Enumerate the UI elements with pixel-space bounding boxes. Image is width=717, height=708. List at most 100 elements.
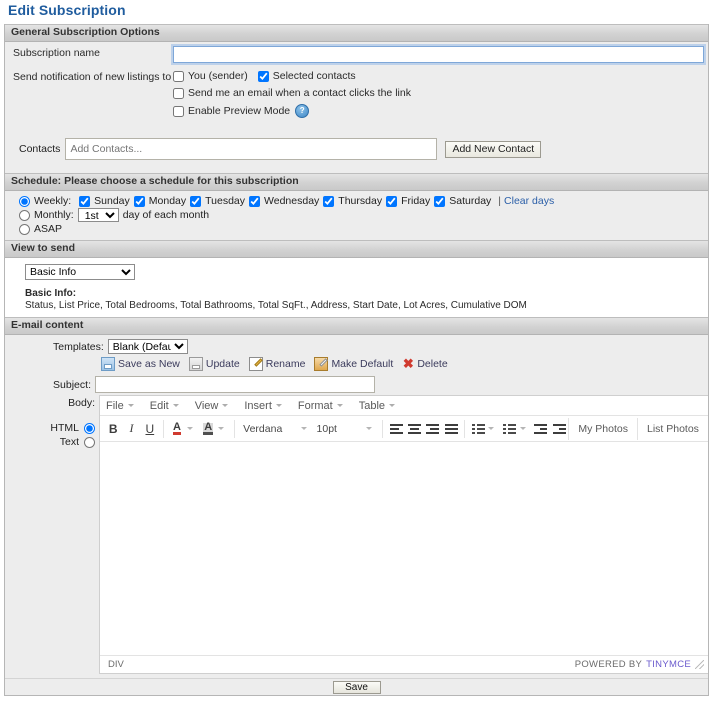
- help-icon[interactable]: ?: [295, 104, 310, 118]
- label-monday: Monday: [148, 195, 187, 207]
- label-text: Text: [59, 436, 79, 448]
- radio-asap[interactable]: [19, 223, 30, 235]
- text-color-button[interactable]: A: [168, 418, 186, 440]
- numbered-list-button[interactable]: [500, 418, 518, 440]
- subject-input[interactable]: [95, 376, 375, 393]
- checkbox-tuesday[interactable]: [190, 195, 202, 207]
- body-label-column: Body: HTML Text: [5, 395, 99, 448]
- red-x-icon: ✖: [402, 356, 414, 371]
- menu-view[interactable]: View: [195, 400, 229, 412]
- add-new-contact-button[interactable]: Add New Contact: [445, 140, 542, 158]
- clear-days-link[interactable]: Clear days: [504, 195, 554, 207]
- menu-table-label: Table: [358, 399, 386, 412]
- chevron-down-icon[interactable]: [519, 427, 526, 430]
- menu-format[interactable]: Format: [298, 400, 343, 412]
- align-left-button[interactable]: [387, 418, 405, 440]
- view-to-send-select[interactable]: Basic Info: [25, 264, 135, 280]
- chevron-down-icon: [336, 404, 343, 407]
- template-actions: Save as New Update Rename Make Default ✖…: [5, 354, 708, 374]
- increase-indent-button[interactable]: [550, 418, 568, 440]
- align-justify-button[interactable]: [442, 418, 460, 440]
- align-right-button[interactable]: [424, 418, 442, 440]
- body-row: Body: HTML Text File Edit View Insert Fo…: [5, 395, 708, 674]
- edit-subscription-page: Edit Subscription General Subscription O…: [0, 0, 717, 708]
- font-size-select[interactable]: 10pt: [313, 423, 379, 435]
- schedule-weekly-row: Weekly: Sunday Monday Tuesday Wednesday …: [19, 195, 708, 207]
- section-header-email-content: E-mail content: [5, 317, 708, 335]
- menu-insert[interactable]: Insert: [244, 400, 282, 412]
- days-separator: |: [498, 195, 502, 207]
- view-to-send-section: Basic Info Basic Info: Status, List Pric…: [5, 258, 708, 317]
- basic-info-fields: Status, List Price, Total Bedrooms, Tota…: [25, 300, 527, 311]
- templates-label: Templates:: [53, 340, 104, 353]
- radio-html[interactable]: [84, 422, 95, 434]
- status-element-path[interactable]: DIV: [108, 659, 124, 670]
- radio-weekly[interactable]: [19, 195, 30, 207]
- checkbox-email-on-click[interactable]: [173, 87, 184, 99]
- chevron-down-icon[interactable]: [187, 427, 194, 430]
- notify-click-row: Send me an email when a contact clicks t…: [173, 87, 411, 99]
- chevron-down-icon[interactable]: [488, 427, 495, 430]
- save-as-new-button[interactable]: Save as New: [101, 357, 180, 371]
- editor-statusbar: DIV POWERED BY TINYMCE: [100, 655, 708, 673]
- bold-button[interactable]: B: [104, 418, 122, 440]
- label-thursday: Thursday: [338, 195, 383, 207]
- align-right-icon: [426, 423, 440, 434]
- decrease-indent-button[interactable]: [532, 418, 550, 440]
- checkbox-thursday[interactable]: [323, 195, 335, 207]
- editor-content-area[interactable]: [100, 442, 708, 655]
- background-color-button[interactable]: A: [199, 418, 217, 440]
- chevron-down-icon: [275, 404, 282, 407]
- checkbox-selected-contacts[interactable]: [257, 70, 269, 82]
- label-you-sender: You (sender): [188, 70, 248, 82]
- my-photos-button[interactable]: My Photos: [568, 417, 637, 440]
- contacts-row: Contacts Add New Contact: [5, 124, 708, 173]
- page-title: Edit Subscription: [8, 2, 126, 18]
- preview-mode-row: Enable Preview Mode ?: [173, 104, 411, 118]
- save-button[interactable]: Save: [332, 680, 381, 694]
- page-pencil-icon: [248, 357, 263, 371]
- checkbox-friday[interactable]: [386, 195, 398, 207]
- tinymce-editor: File Edit View Insert Format Table B I U…: [99, 395, 708, 674]
- label-html: HTML: [50, 422, 79, 434]
- section-header-general: General Subscription Options: [5, 24, 708, 42]
- checkbox-saturday[interactable]: [434, 195, 446, 207]
- align-center-button[interactable]: [405, 418, 423, 440]
- label-monthly-suffix: day of each month: [122, 209, 210, 221]
- menu-insert-label: Insert: [244, 399, 272, 412]
- subscription-name-input[interactable]: [171, 44, 706, 65]
- menu-table[interactable]: Table: [358, 399, 396, 412]
- rename-button[interactable]: Rename: [248, 357, 305, 371]
- chevron-down-icon[interactable]: [218, 427, 225, 430]
- radio-monthly[interactable]: [19, 209, 30, 221]
- subscription-name-row: Subscription name: [5, 42, 708, 65]
- menu-file[interactable]: File: [106, 400, 134, 412]
- underline-button[interactable]: U: [141, 418, 159, 440]
- font-family-select[interactable]: Verdana: [239, 423, 312, 435]
- checkbox-preview-mode[interactable]: [173, 105, 184, 117]
- delete-button[interactable]: ✖ Delete: [402, 356, 448, 371]
- radio-text[interactable]: [84, 436, 95, 448]
- menu-edit[interactable]: Edit: [150, 400, 179, 412]
- notification-options: You (sender) Selected contacts Send me a…: [173, 70, 411, 118]
- update-button[interactable]: Update: [188, 357, 240, 371]
- checkbox-wednesday[interactable]: [249, 195, 261, 207]
- chevron-down-icon: [389, 404, 396, 407]
- checkbox-you-sender[interactable]: [173, 70, 184, 82]
- checkbox-monday[interactable]: [133, 195, 145, 207]
- notification-row: Send notification of new listings to You…: [5, 63, 708, 124]
- day-tuesday: Tuesday: [190, 195, 245, 207]
- chevron-down-icon: [127, 404, 134, 407]
- resize-grip-icon[interactable]: [695, 660, 704, 669]
- tinymce-link[interactable]: TINYMCE: [646, 659, 691, 670]
- bullet-list-button[interactable]: [469, 418, 487, 440]
- make-default-button[interactable]: Make Default: [314, 357, 393, 371]
- bullet-list-icon: [471, 423, 485, 434]
- mode-html-row: HTML: [50, 422, 95, 434]
- list-photos-button[interactable]: List Photos: [636, 417, 708, 440]
- italic-button[interactable]: I: [122, 418, 140, 440]
- checkbox-sunday[interactable]: [79, 195, 91, 207]
- contacts-input[interactable]: [65, 138, 438, 160]
- template-select[interactable]: Blank (Default): [107, 339, 188, 354]
- monthly-day-select[interactable]: 1st: [77, 208, 119, 222]
